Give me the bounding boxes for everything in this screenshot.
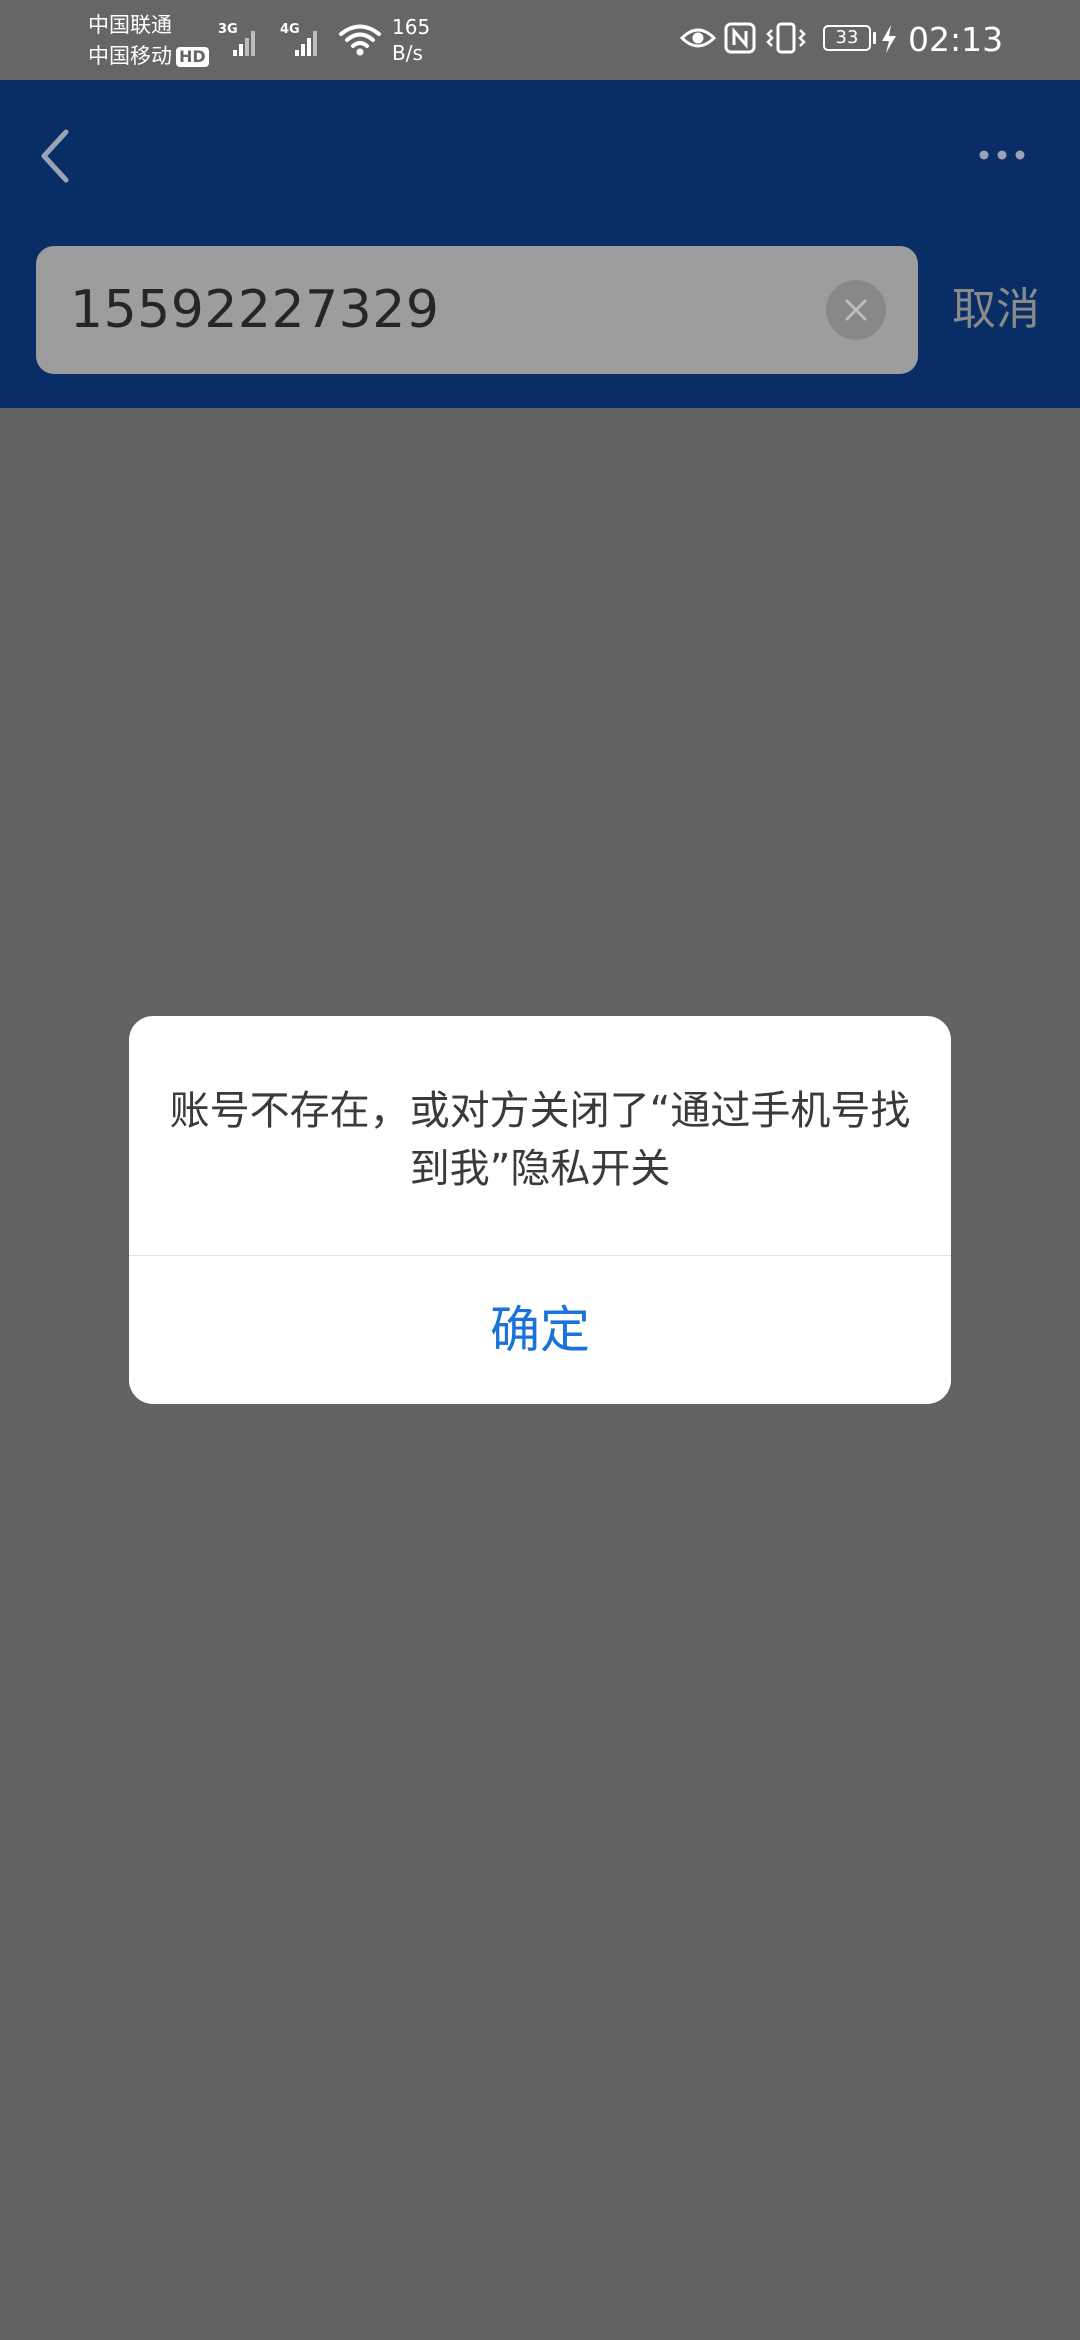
battery-icon: 33 <box>823 25 871 51</box>
more-dots-icon <box>979 150 1025 160</box>
nfc-icon <box>724 22 756 54</box>
clear-circle-icon <box>845 299 867 321</box>
network-speed-unit: B/s <box>392 41 423 65</box>
battery-tip <box>873 32 876 44</box>
search-input[interactable]: 15592227329 <box>36 246 918 374</box>
dialog-message: 账号不存在，或对方关闭了“通过手机号找到我”隐私开关 <box>169 1088 911 1192</box>
search-input-value: 15592227329 <box>70 280 440 340</box>
cancel-button[interactable]: 取消 <box>952 246 1040 374</box>
hd-badge: HD <box>176 46 209 67</box>
network-speed: 165 B/s <box>392 14 430 66</box>
wifi-icon <box>339 24 381 56</box>
signal-3g-icon: 3G <box>218 22 258 58</box>
eye-comfort-icon <box>680 28 716 48</box>
vibrate-icon <box>766 22 806 54</box>
confirm-button[interactable]: 确定 <box>129 1256 951 1404</box>
battery-level: 33 <box>835 27 859 48</box>
carrier-name-2: 中国移动 <box>88 44 172 68</box>
carrier-line-1: 中国联通 <box>88 10 209 41</box>
network-speed-value: 165 <box>392 15 431 39</box>
carrier-name-1: 中国联通 <box>88 13 172 37</box>
search-header: 15592227329 取消 <box>0 80 1080 408</box>
alert-dialog: 账号不存在，或对方关闭了“通过手机号找到我”隐私开关 确定 <box>129 1016 951 1404</box>
clock: 02:13 <box>908 20 1004 59</box>
carrier-line-2: 中国移动 HD <box>88 41 209 72</box>
chevron-left-icon <box>41 129 69 183</box>
carrier-info: 中国联通 中国移动 HD <box>88 10 209 72</box>
back-button[interactable] <box>30 122 80 192</box>
charging-icon <box>882 25 896 53</box>
more-button[interactable] <box>972 140 1032 170</box>
signal-4g-icon: 4G <box>280 22 320 58</box>
clear-search-button[interactable] <box>826 280 886 340</box>
status-bar: 中国联通 中国移动 HD 3G 4G 165 B/s 33 02:13 <box>0 0 1080 80</box>
